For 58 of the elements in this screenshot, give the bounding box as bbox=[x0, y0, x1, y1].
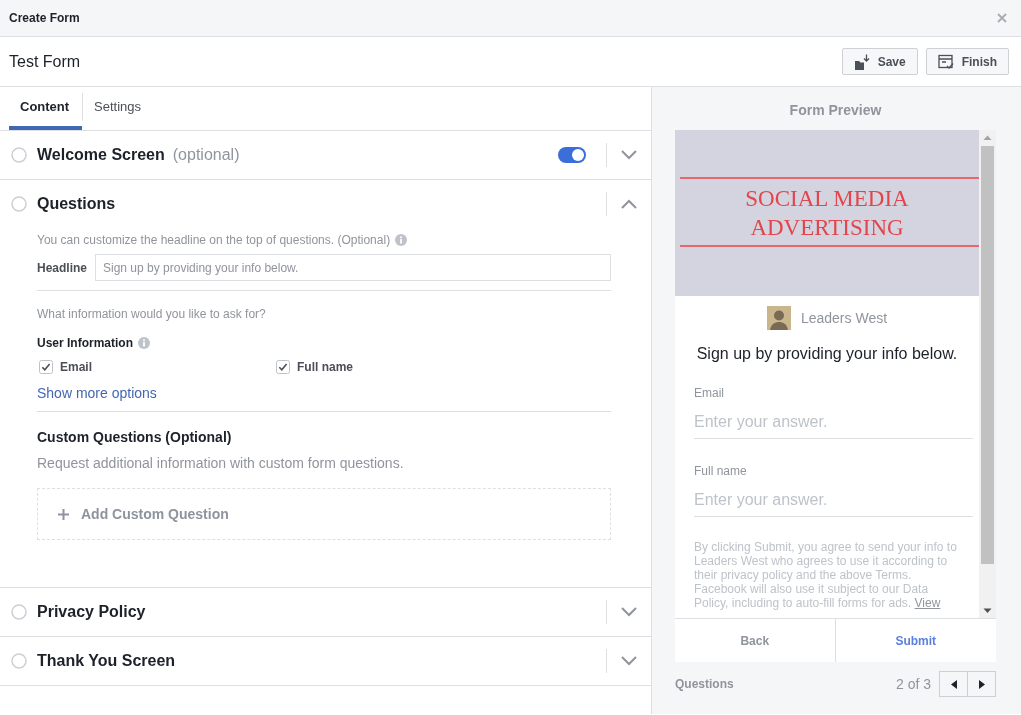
show-more-link[interactable]: Show more options bbox=[37, 384, 157, 402]
close-icon[interactable] bbox=[997, 13, 1007, 23]
answer-field[interactable]: Enter your answer. bbox=[694, 406, 973, 439]
preview-title: Form Preview bbox=[789, 101, 882, 119]
custom-questions-description: Request additional information with custom form questions. bbox=[37, 454, 404, 472]
status-circle-icon bbox=[11, 653, 27, 669]
status-circle-icon bbox=[11, 147, 27, 163]
checkbox[interactable] bbox=[276, 360, 290, 374]
checkbox[interactable] bbox=[39, 360, 53, 374]
user-info-label: User Information bbox=[37, 335, 133, 351]
status-circle-icon bbox=[11, 604, 27, 620]
scrollbar-thumb[interactable] bbox=[981, 146, 994, 564]
window-title: Create Form bbox=[9, 11, 80, 25]
section-title: Privacy Policy bbox=[37, 603, 146, 621]
toggle-switch[interactable] bbox=[558, 147, 586, 163]
section-title: Welcome Screen bbox=[37, 146, 165, 164]
info-icon[interactable] bbox=[138, 337, 150, 349]
chevron-up-icon[interactable] bbox=[621, 199, 637, 209]
step-name: Questions bbox=[675, 677, 734, 691]
save-icon bbox=[853, 53, 870, 70]
question-label: Full name bbox=[694, 463, 747, 479]
info-icon[interactable] bbox=[395, 234, 408, 246]
chevron-down-icon[interactable] bbox=[621, 607, 637, 617]
avatar-placeholder bbox=[766, 306, 791, 330]
section-title: Questions bbox=[37, 195, 116, 213]
link[interactable]: View bbox=[914, 596, 941, 610]
preview-headline: Sign up by providing your info below. bbox=[696, 344, 958, 364]
scrollbar[interactable] bbox=[979, 130, 996, 618]
caret-left-icon bbox=[950, 679, 957, 689]
optional-label: (optional) bbox=[172, 146, 240, 164]
page-name: Leaders West bbox=[800, 310, 888, 326]
form-name: Test Form bbox=[9, 52, 81, 71]
status-circle-icon bbox=[11, 196, 27, 212]
tab[interactable]: Content bbox=[9, 87, 83, 130]
tab[interactable]: Settings bbox=[83, 87, 155, 130]
question-prompt: What information would you like to ask for? bbox=[37, 306, 266, 322]
section-title: Thank You Screen bbox=[37, 652, 176, 670]
checkbox-label: Full name bbox=[297, 360, 353, 374]
caret-right-icon bbox=[978, 679, 985, 689]
previous-button[interactable] bbox=[939, 671, 968, 697]
page-counter: 2 of 3 bbox=[895, 676, 931, 692]
banner-title: SOCIAL MEDIA ADVERTISING bbox=[744, 185, 910, 242]
form-check-icon bbox=[937, 53, 954, 70]
finish-button[interactable]: Finish bbox=[925, 48, 1009, 75]
checkbox-label: Email bbox=[60, 360, 92, 374]
plus-icon bbox=[58, 508, 69, 520]
question-label: Email bbox=[694, 385, 724, 401]
add-custom-question-button[interactable]: Add Custom Question bbox=[37, 488, 611, 540]
headline-field[interactable]: Sign up by providing your info below. bbox=[95, 254, 611, 281]
disclaimer-text: By clicking Submit, you agree to send your info to Leaders West who agrees to use it according to their privacy policy and the above Terms. Facebook will also use it subject to our Data Policy, including to auto-fill forms for ads. View bbox=[694, 540, 958, 610]
chevron-down-icon[interactable] bbox=[621, 150, 637, 160]
chevron-down-icon[interactable] bbox=[621, 656, 637, 666]
custom-questions-title: Custom Questions (Optional) bbox=[37, 428, 232, 446]
answer-field[interactable]: Enter your answer. bbox=[694, 484, 973, 517]
save-button[interactable]: Save bbox=[841, 48, 918, 75]
headline-label: Headline bbox=[37, 260, 88, 275]
next-button[interactable] bbox=[968, 671, 996, 697]
hint-text: You can customize the headline on the top of questions. (Optional) bbox=[37, 232, 391, 248]
